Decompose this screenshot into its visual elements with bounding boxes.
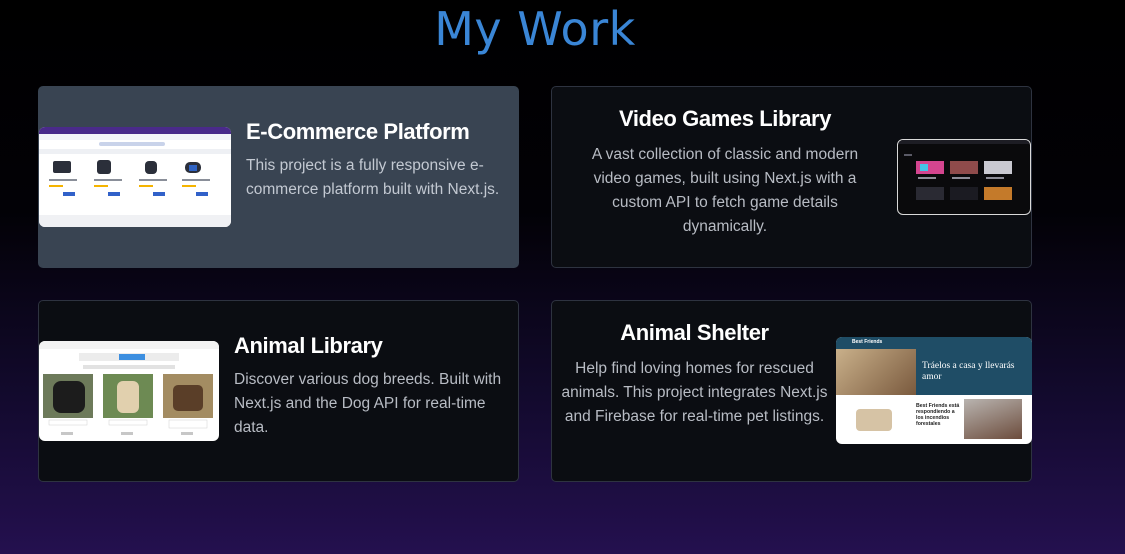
project-description: Help find loving homes for rescued anima… [561, 360, 828, 425]
dogs-screenshot[interactable] [39, 341, 219, 441]
shelter-screenshot[interactable]: Best Friends Tráelos a casa y llevarás a… [836, 337, 1032, 444]
project-description: Discover various dog breeds. Built with … [234, 371, 502, 436]
shelter-thumb-brand: Best Friends [852, 339, 883, 345]
project-description: A vast collection of classic and modern … [591, 146, 859, 235]
project-title: Animal Library [234, 333, 383, 358]
shelter-thumb-headline: Tráelos a casa y llevarás amor [922, 361, 1015, 382]
project-title: Video Games Library [618, 106, 832, 131]
project-description: This project is a fully responsive e-com… [246, 157, 500, 198]
shelter-thumb-subheadline: Best Friends está respondiendo a los inc… [916, 403, 960, 427]
project-card-video-games[interactable]: Video Games Library A vast collection of… [551, 86, 1032, 268]
ecommerce-screenshot[interactable] [39, 127, 231, 227]
project-card-animal-library[interactable]: Animal Library Discover various dog bree… [38, 300, 519, 482]
page-title: My Work [434, 2, 636, 56]
project-title: E-Commerce Platform [246, 119, 470, 144]
project-title: Animal Shelter [620, 320, 769, 345]
project-card-animal-shelter[interactable]: Animal Shelter Help find loving homes fo… [551, 300, 1032, 482]
shelter-thumb-photo [836, 349, 916, 395]
shelter-thumb-image [964, 399, 1022, 439]
project-card-ecommerce[interactable]: E-Commerce Platform This project is a fu… [38, 86, 519, 268]
shelter-thumb-dog [856, 409, 892, 431]
games-screenshot[interactable] [897, 139, 1031, 215]
